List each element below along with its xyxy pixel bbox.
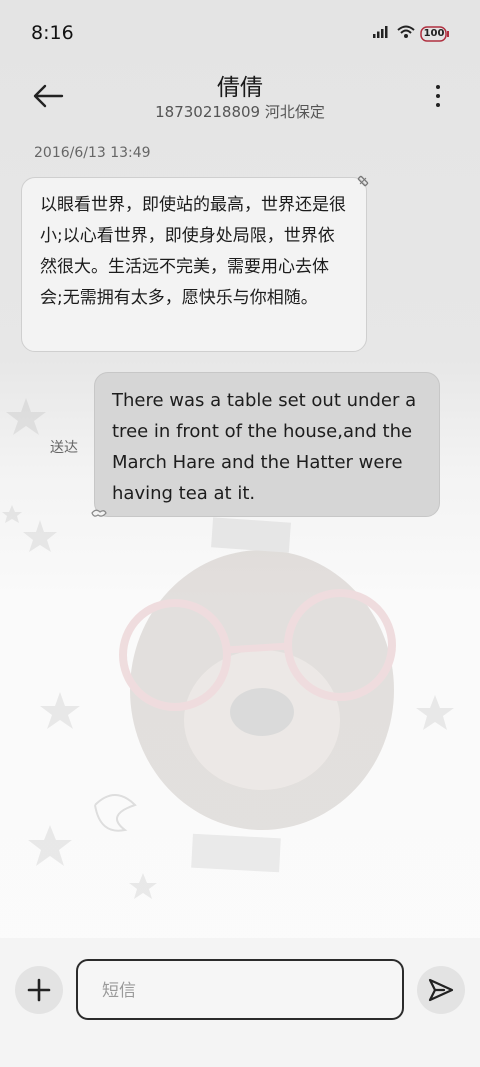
outgoing-message-bubble[interactable]: There was a table set out under a tree i… <box>94 372 440 517</box>
wifi-icon <box>396 24 416 43</box>
pin-icon <box>357 175 369 187</box>
more-options-button[interactable] <box>426 78 450 114</box>
conversation-header: 倩倩 18730218809 河北保定 <box>0 66 480 136</box>
message-timestamp: 2016/6/13 13:49 <box>34 145 151 161</box>
signal-icon <box>372 24 392 43</box>
delivery-status: 送达 <box>50 440 78 456</box>
add-attachment-button[interactable] <box>15 966 63 1014</box>
contact-name: 倩倩 <box>217 75 263 101</box>
message-input-box[interactable] <box>76 959 404 1020</box>
message-input[interactable] <box>100 975 384 1007</box>
incoming-message-bubble[interactable]: 以眼看世界，即使站的最高，世界还是很小;以心看世界，即使身处局限，世界依然很大。… <box>21 177 367 352</box>
status-bar: 8:16 100 <box>0 0 480 66</box>
battery-icon: 100 <box>420 25 450 42</box>
incoming-message-text: 以眼看世界，即使站的最高，世界还是很小;以心看世界，即使身处局限，世界依然很大。… <box>40 195 346 308</box>
battery-level: 100 <box>423 27 445 39</box>
send-button[interactable] <box>417 966 465 1014</box>
contact-detail: 18730218809 河北保定 <box>155 103 325 121</box>
sms-conversation-screen: 8:16 100 倩倩 18730218809 河北保定 2016/6/13 1… <box>0 0 480 1067</box>
bubble-tail-icon <box>91 509 107 517</box>
status-icons: 100 <box>372 24 450 43</box>
outgoing-message-text: There was a table set out under a tree i… <box>112 390 417 504</box>
more-icon-dot <box>436 94 440 98</box>
more-icon-dot <box>436 85 440 89</box>
status-time: 8:16 <box>31 22 74 44</box>
send-icon <box>428 978 454 1002</box>
more-icon-dot <box>436 103 440 107</box>
plus-icon <box>27 978 51 1002</box>
